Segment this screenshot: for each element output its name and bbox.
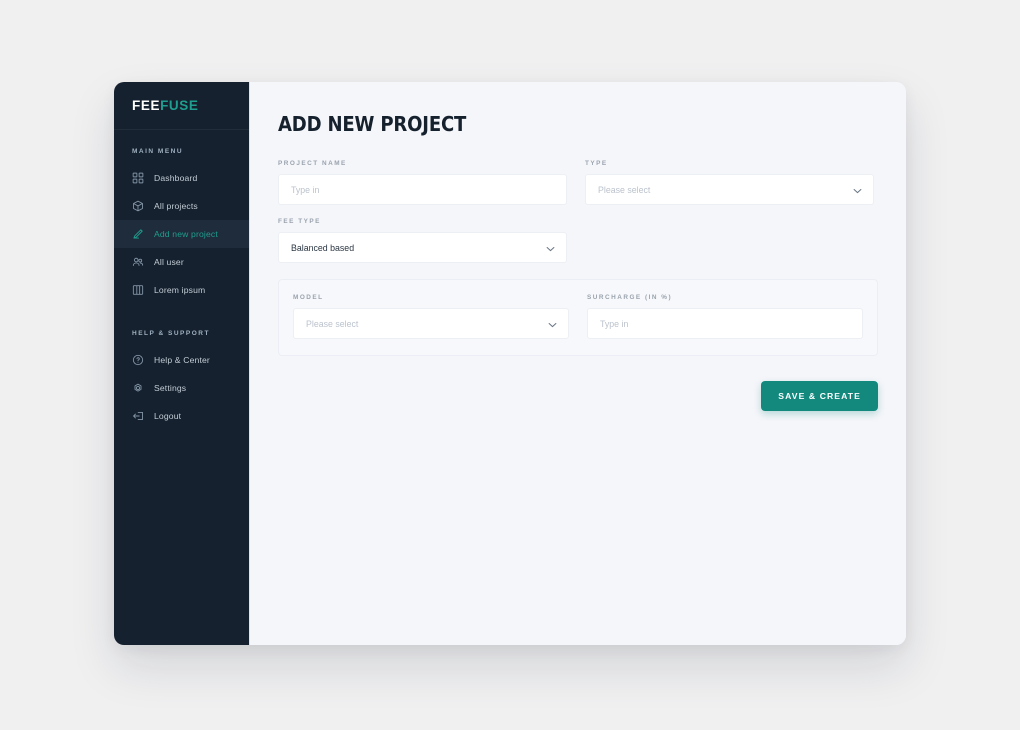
field-surcharge: SURCHARGE (IN %) Type in bbox=[587, 294, 863, 339]
sidebar-item-label: Dashboard bbox=[154, 172, 198, 183]
model-select[interactable]: Please select bbox=[293, 308, 569, 339]
sidebar-item-add-new-project[interactable]: Add new project bbox=[114, 220, 249, 248]
form-column-left: PROJECT NAME Type in FEE TYPE Balanced b… bbox=[278, 160, 567, 276]
sidebar-item-label: Settings bbox=[154, 382, 187, 393]
field-label: PROJECT NAME bbox=[278, 160, 347, 167]
sidebar-item-all-projects[interactable]: All projects bbox=[114, 192, 249, 220]
field-label: MODEL bbox=[293, 294, 324, 301]
type-select[interactable]: Please select bbox=[585, 174, 874, 205]
sidebar-item-label: Logout bbox=[154, 410, 182, 421]
brand-logo-part2: FUSE bbox=[160, 98, 199, 113]
brand-logo[interactable]: FEE FUSE bbox=[114, 82, 249, 130]
surcharge-input[interactable]: Type in bbox=[587, 308, 863, 339]
chevron-down-icon bbox=[853, 188, 862, 194]
chevron-down-icon bbox=[548, 322, 557, 328]
sidebar-item-logout[interactable]: Logout bbox=[114, 402, 249, 430]
sidebar-item-help-center[interactable]: Help & Center bbox=[114, 346, 249, 374]
select-placeholder: Please select bbox=[306, 318, 359, 329]
sidebar: FEE FUSE MAIN MENU Dashboard All project… bbox=[114, 82, 250, 645]
pencil-icon bbox=[132, 228, 144, 240]
form-column-right: TYPE Please select bbox=[585, 160, 874, 276]
field-project-name: PROJECT NAME Type in bbox=[278, 160, 567, 205]
field-model: MODEL Please select bbox=[293, 294, 569, 339]
sidebar-section-help-support: HELP & SUPPORT bbox=[132, 330, 210, 337]
save-and-create-button[interactable]: SAVE & CREATE bbox=[761, 381, 878, 411]
page-title: ADD NEW PROJECT bbox=[278, 112, 467, 136]
sidebar-item-all-user[interactable]: All user bbox=[114, 248, 249, 276]
field-label: FEE TYPE bbox=[278, 218, 321, 225]
sidebar-item-label: Help & Center bbox=[154, 354, 210, 365]
logout-icon bbox=[132, 410, 144, 422]
project-form: PROJECT NAME Type in FEE TYPE Balanced b… bbox=[278, 160, 878, 276]
form-actions: SAVE & CREATE bbox=[278, 381, 878, 411]
sidebar-item-lorem-ipsum[interactable]: Lorem ipsum bbox=[114, 276, 249, 304]
field-fee-type: FEE TYPE Balanced based bbox=[278, 218, 567, 263]
panel-column-left: MODEL Please select bbox=[293, 294, 569, 339]
sidebar-item-label: Add new project bbox=[154, 228, 218, 239]
sidebar-item-settings[interactable]: Settings bbox=[114, 374, 249, 402]
sidebar-item-label: All projects bbox=[154, 200, 198, 211]
sidebar-section-main-menu: MAIN MENU bbox=[132, 148, 184, 155]
sidebar-item-label: All user bbox=[154, 256, 184, 267]
chevron-down-icon bbox=[546, 246, 555, 252]
field-label: SURCHARGE (IN %) bbox=[587, 294, 673, 301]
sidebar-item-label: Lorem ipsum bbox=[154, 284, 206, 295]
help-circle-icon bbox=[132, 354, 144, 366]
fee-type-select[interactable]: Balanced based bbox=[278, 232, 567, 263]
input-placeholder: Type in bbox=[291, 184, 320, 195]
select-value: Balanced based bbox=[291, 242, 355, 253]
project-name-input[interactable]: Type in bbox=[278, 174, 567, 205]
select-placeholder: Please select bbox=[598, 184, 651, 195]
fee-details-panel: MODEL Please select SURCHARGE (IN %) Typ… bbox=[278, 279, 878, 356]
input-placeholder: Type in bbox=[600, 318, 629, 329]
layout-icon bbox=[132, 284, 144, 296]
dashboard-icon bbox=[132, 172, 144, 184]
box-icon bbox=[132, 200, 144, 212]
app-window: FEE FUSE MAIN MENU Dashboard All project… bbox=[114, 82, 906, 645]
field-type: TYPE Please select bbox=[585, 160, 874, 205]
sidebar-item-dashboard[interactable]: Dashboard bbox=[114, 164, 249, 192]
brand-logo-part1: FEE bbox=[132, 98, 161, 113]
field-label: TYPE bbox=[585, 160, 608, 167]
gear-icon bbox=[132, 382, 144, 394]
panel-column-right: SURCHARGE (IN %) Type in bbox=[587, 294, 863, 339]
main-content: ADD NEW PROJECT PROJECT NAME Type in FEE… bbox=[250, 82, 906, 645]
users-icon bbox=[132, 256, 144, 268]
